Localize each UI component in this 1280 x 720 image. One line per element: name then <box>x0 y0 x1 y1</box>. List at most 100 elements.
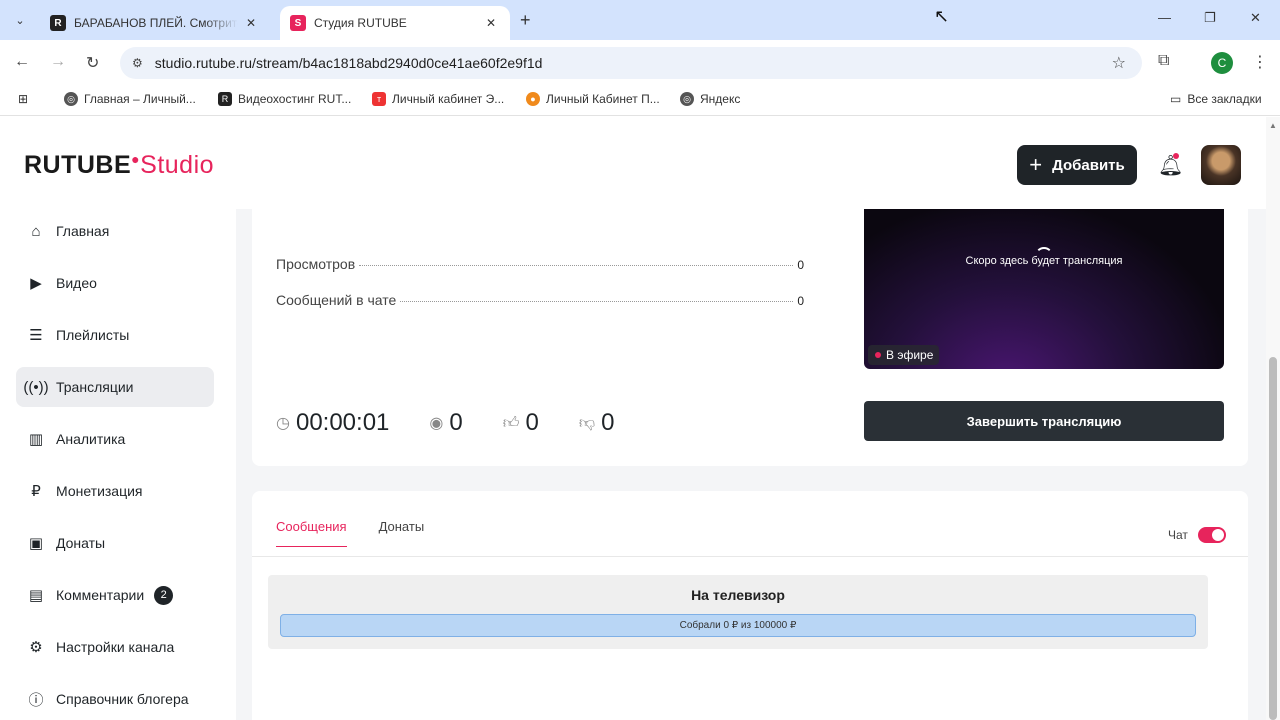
apps-icon[interactable]: ⊞ <box>18 92 28 106</box>
logo-sub: Studio <box>140 151 215 179</box>
chat-switch[interactable] <box>1197 527 1226 543</box>
bookmark-item[interactable]: ◎ Яндекс <box>680 92 740 106</box>
sidebar-item-label: Аналитика <box>56 431 126 447</box>
metric-duration: ◷ 00:00:01 <box>276 409 389 437</box>
browser-tab-bar: ⌄ R БАРАБАНОВ ПЛЕЙ. Смотрите онлайн ✕ S … <box>0 0 1280 40</box>
metric-dislikes: 👎︎ 0 <box>579 409 615 437</box>
sidebar-item-label: Видео <box>56 275 97 291</box>
extensions-icon[interactable]: ⧉ <box>1158 52 1169 70</box>
bookmark-star-icon[interactable]: ☆ <box>1112 53 1126 73</box>
metric-likes: 👍︎ 0 <box>503 409 539 437</box>
user-avatar[interactable] <box>1201 145 1241 185</box>
window-close-icon[interactable]: ✕ <box>1250 10 1261 26</box>
studio-favicon-icon: S <box>290 15 306 31</box>
bookmarks-bar: ⊞ ◎ Главная – Личный... R Видеохостинг R… <box>0 86 1280 116</box>
sidebar-item-label: Настройки канала <box>56 639 175 655</box>
end-stream-button[interactable]: Завершить трансляцию <box>864 401 1224 441</box>
bookmark-item[interactable]: ◎ Главная – Личный... <box>64 92 196 106</box>
sidebar-item-home[interactable]: ⌂ Главная <box>16 211 214 251</box>
sidebar-item-label: Справочник блогера <box>56 691 189 707</box>
address-bar[interactable]: ⚙ studio.rutube.ru/stream/b4ac1818abd294… <box>120 47 1142 79</box>
sidebar-item-broadcasts[interactable]: ((•)) Трансляции <box>16 367 214 407</box>
browser-tab-1[interactable]: R БАРАБАНОВ ПЛЕЙ. Смотрите онлайн ✕ <box>40 6 276 40</box>
thumbs-down-icon: 👎︎ <box>578 414 596 432</box>
sidebar-item-monetization[interactable]: ₽ Монетизация <box>16 471 214 511</box>
tab-close-icon[interactable]: ✕ <box>246 16 256 30</box>
duration-value: 00:00:01 <box>295 409 390 436</box>
minimize-icon[interactable]: — <box>1158 10 1171 25</box>
chat-toggle[interactable]: Чат <box>1168 527 1226 543</box>
studio-page: RUTUBE●Studio + Добавить 🔔︎ ⌂ Главная ▶ … <box>0 117 1280 720</box>
bookmark-item[interactable]: ● Личный Кабинет П... <box>526 92 660 106</box>
sidebar-item-comments[interactable]: ▤ Комментарии 2 <box>16 575 214 615</box>
browser-tab-2[interactable]: S Студия RUTUBE ✕ <box>280 6 510 40</box>
folder-icon: ▭ <box>1170 92 1182 106</box>
stream-card: Просмотров 0 Сообщений в чате 0 ◷ 00:00:… <box>252 209 1248 466</box>
sidebar-item-label: Монетизация <box>56 483 143 499</box>
tab-title: Студия RUTUBE <box>314 16 407 30</box>
bookmark-label: Видеохостинг RUT... <box>238 92 352 106</box>
sidebar-item-playlists[interactable]: ☰ Плейлисты <box>16 315 214 355</box>
sidebar-item-analytics[interactable]: ▥ Аналитика <box>16 419 214 459</box>
plus-icon: + <box>1029 152 1043 177</box>
stat-value: 0 <box>797 258 804 272</box>
metric-viewers: ◉ 0 <box>429 409 462 437</box>
tabs-divider <box>252 556 1248 557</box>
tab-title: БАРАБАНОВ ПЛЕЙ. Смотрите онлайн <box>74 16 238 30</box>
globe-icon: ◎ <box>680 92 694 106</box>
tab-donations[interactable]: Донаты <box>379 519 425 547</box>
dislikes-value: 0 <box>601 409 615 436</box>
back-icon[interactable]: ← <box>14 53 30 71</box>
forward-icon[interactable]: → <box>50 53 66 71</box>
reload-icon[interactable]: ↻ <box>86 53 99 73</box>
stat-chat-messages: Сообщений в чате 0 <box>276 292 804 308</box>
add-button[interactable]: + Добавить <box>1017 145 1137 185</box>
logo-dot-icon: ● <box>131 151 141 167</box>
sidebar-item-label: Комментарии <box>56 587 145 603</box>
bookmark-label: Главная – Личный... <box>84 92 196 106</box>
all-bookmarks[interactable]: ▭ Все закладки <box>1170 92 1262 106</box>
sidebar-item-label: Донаты <box>56 535 106 551</box>
bookmark-item[interactable]: т Личный кабинет Э... <box>372 92 504 106</box>
bookmark-label: Личный Кабинет П... <box>546 92 660 106</box>
clock-icon: ◷ <box>276 415 290 432</box>
sidebar-item-video[interactable]: ▶ Видео <box>16 263 214 303</box>
maximize-icon[interactable]: ❐ <box>1204 10 1216 26</box>
scroll-thumb[interactable] <box>1269 357 1277 720</box>
new-tab-icon[interactable]: + <box>520 10 531 31</box>
bell-icon[interactable]: 🔔︎ <box>1158 153 1183 178</box>
profile-avatar[interactable]: C <box>1211 52 1233 74</box>
stream-preview[interactable]: Скоро здесь будет трансляция В эфире <box>864 209 1224 369</box>
sidebar-item-label: Плейлисты <box>56 327 130 343</box>
tab-close-icon[interactable]: ✕ <box>486 16 496 30</box>
cabinet-favicon-icon: ● <box>526 92 540 106</box>
rutube-studio-logo[interactable]: RUTUBE●Studio <box>24 151 214 180</box>
analytics-icon: ▥ <box>28 431 44 448</box>
goal-progress-bar: Собрали 0 ₽ из 100000 ₽ <box>280 614 1196 637</box>
rutube-favicon-icon: R <box>218 92 232 106</box>
notification-dot <box>1173 153 1179 159</box>
sidebar-item-channel-settings[interactable]: ⚙ Настройки канала <box>16 627 214 667</box>
bookmark-item[interactable]: R Видеохостинг RUT... <box>218 92 351 106</box>
mouse-cursor-icon: ↖ <box>934 6 950 26</box>
sidebar-item-blogger-guide[interactable]: ⓘ Справочник блогера <box>16 679 214 719</box>
logo-main: RUTUBE <box>24 151 132 179</box>
sidebar-item-donations[interactable]: ▣ Донаты <box>16 523 214 563</box>
tab-search-icon[interactable]: ⌄ <box>8 8 32 32</box>
stat-value: 0 <box>797 294 804 308</box>
bookmark-label: Яндекс <box>700 92 741 106</box>
user-icon: ◉ <box>429 415 444 432</box>
scroll-up-icon[interactable]: ▲ <box>1269 121 1277 130</box>
gear-icon: ⚙ <box>29 639 43 656</box>
rutube-favicon-icon: R <box>50 15 66 31</box>
tab-messages[interactable]: Сообщения <box>276 519 347 547</box>
browser-menu-icon[interactable]: ⋮ <box>1252 52 1268 72</box>
sidebar-item-label: Трансляции <box>56 379 134 395</box>
site-info-icon[interactable]: ⚙ <box>132 56 143 70</box>
chat-tabs: Сообщения Донаты <box>276 519 456 547</box>
page-scrollbar[interactable]: ▲ <box>1266 117 1280 720</box>
chat-toggle-label: Чат <box>1168 528 1188 542</box>
stat-label: Сообщений в чате <box>276 292 397 308</box>
info-icon: ⓘ <box>28 691 44 709</box>
live-badge: В эфире <box>868 345 940 365</box>
